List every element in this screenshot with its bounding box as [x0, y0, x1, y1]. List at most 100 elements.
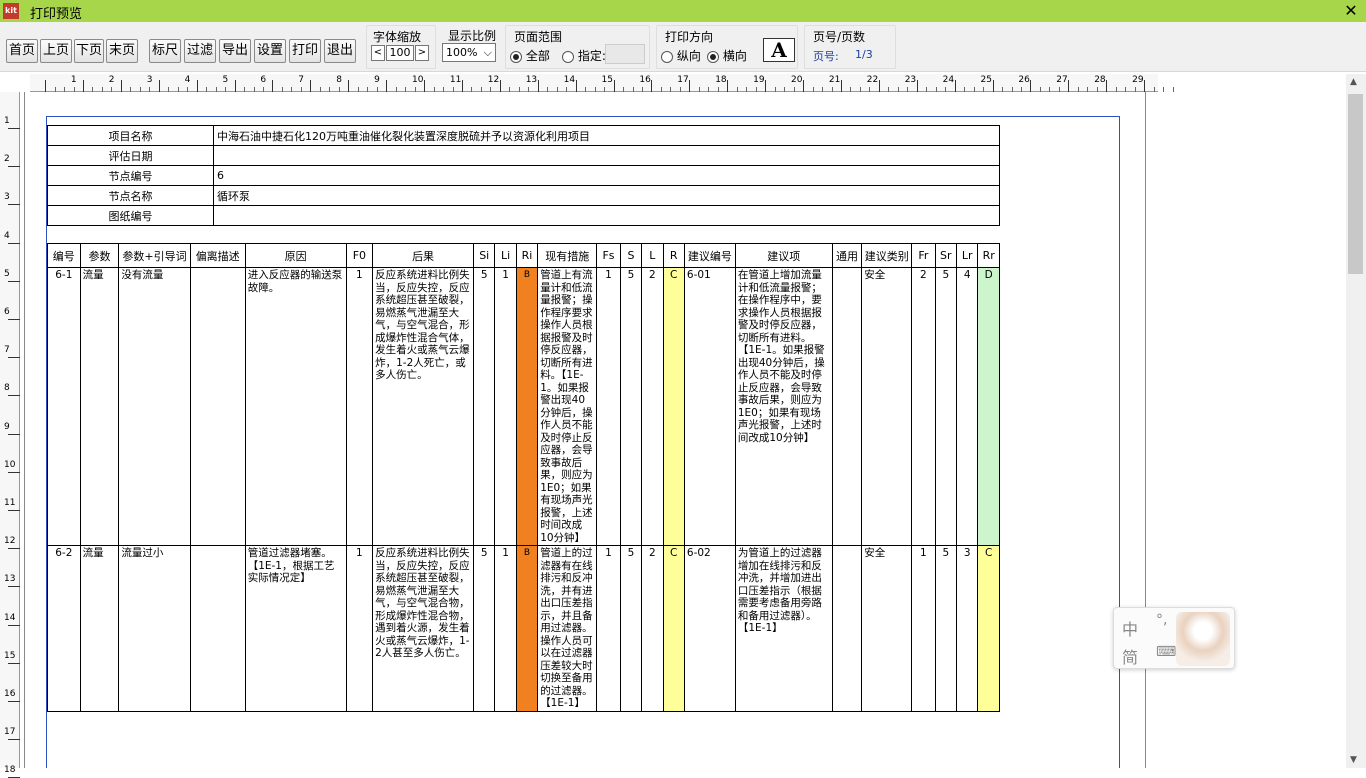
portrait-radio[interactable]: 纵向 — [661, 47, 701, 64]
ruler-tick — [348, 80, 350, 92]
export-button[interactable]: 导出 — [219, 39, 251, 63]
info-row: 项目名称 中海石油中捷石化120万吨重油催化裂化装置深度脱硫并予以资源化利用项目 — [47, 125, 1000, 146]
landscape-label: 横向 — [722, 49, 747, 63]
ruler-tick-label: 27 — [1056, 75, 1068, 85]
settings-button[interactable]: 设置 — [254, 39, 286, 63]
cell-cause: 管道过滤器堵塞。【1E-1，根据工艺实际情况定】 — [244, 545, 347, 712]
ruler-tick — [689, 80, 691, 92]
ruler-tick — [8, 548, 20, 550]
ruler-tick-label: 7 — [4, 345, 10, 356]
ruler-tick — [82, 80, 84, 92]
ruler-tick-label: 14 — [563, 75, 576, 85]
ruler-button[interactable]: 标尺 — [149, 39, 181, 63]
font-zoom-label: 字体缩放 — [373, 30, 422, 44]
info-key: 项目名称 — [47, 125, 214, 146]
exit-button[interactable]: 退出 — [324, 39, 356, 63]
ruler-tick — [272, 80, 274, 92]
ruler-tick — [8, 204, 20, 206]
ime-mode: 简 — [1122, 648, 1139, 667]
ruler-tick — [727, 80, 729, 92]
page-no-label: 页号: — [813, 50, 839, 63]
ruler-tick-label: 9 — [374, 75, 380, 85]
scrollbar-thumb[interactable] — [1348, 94, 1363, 274]
print-button[interactable]: 打印 — [289, 39, 321, 63]
zoom-increase-button[interactable]: > — [415, 45, 429, 61]
horizontal-ruler[interactable]: 1 2 3 4 5 6 7 8 9 10 11 12 13 14 15 16 17 18 19 20 21 22 23 24 2… — [30, 74, 1174, 92]
cell-sr: 5 — [934, 545, 958, 712]
ruler-tick-label: 16 — [4, 689, 16, 699]
last-page-button[interactable]: 末页 — [106, 39, 138, 63]
ruler-tick — [575, 80, 577, 92]
next-page-button[interactable]: 下页 — [74, 39, 104, 63]
page-no-value: 1/3 — [855, 48, 873, 61]
ruler-tick — [613, 80, 615, 92]
page-count-group: 页号/页数 页号: 1/3 — [804, 25, 896, 69]
range-specify-label: 指定: — [577, 49, 606, 63]
ruler-tick-label: 13 — [4, 574, 16, 585]
info-value: 循环泵 — [213, 185, 1000, 206]
ruler-tick — [8, 624, 20, 626]
cell-sug: 为管道上的过滤器增加在线排污和反冲洗，并增加进出口压差指示（根据需要考虑备用旁路… — [734, 545, 833, 712]
font-a-icon[interactable]: A — [763, 38, 795, 62]
ruler-tick — [8, 319, 20, 320]
ruler-tick — [120, 80, 122, 92]
range-specify-input[interactable] — [605, 44, 645, 64]
prev-page-button[interactable]: 上页 — [40, 39, 72, 63]
app-icon: kit — [3, 3, 19, 19]
keyboard-icon: ⌨ — [1156, 644, 1177, 660]
ruler-tick-label: 11 — [449, 75, 462, 85]
first-page-button[interactable]: 首页 — [6, 39, 38, 63]
scroll-up-icon[interactable]: ▲ — [1350, 77, 1357, 87]
ruler-tick — [8, 395, 20, 397]
cell-cat: 安全 — [861, 267, 913, 546]
ruler-tick — [8, 242, 20, 244]
ruler-tick-label: 11 — [4, 498, 16, 508]
ruler-tick — [8, 586, 20, 588]
cell-cons: 反应系统进料比例失当，反应失控，反应系统超压甚至破裂，易燃蒸气泄漏至大气，与空气… — [372, 545, 475, 712]
column-header: 偏离描述 — [189, 243, 246, 268]
ruler-tick-label: 23 — [904, 75, 917, 85]
cell-no: 6-1 — [47, 267, 81, 546]
ime-status-widget[interactable]: 中 °, 简 ⌨ — [1113, 607, 1235, 669]
vertical-ruler[interactable]: 1 2 3 4 5 6 7 8 9 10 11 12 13 14 15 16 17 18 — [0, 92, 20, 778]
zoom-decrease-button[interactable]: < — [371, 45, 385, 61]
ruler-tick-label: 25 — [980, 75, 992, 85]
ruler-tick-label: 3 — [146, 75, 153, 85]
range-all-radio[interactable]: 全部 — [510, 47, 550, 64]
cell-si: 5 — [473, 545, 496, 712]
ruler-tick-label: 14 — [4, 612, 16, 623]
ruler-tick-label: 8 — [336, 75, 342, 85]
vertical-scrollbar[interactable]: ▲ ▼ — [1346, 74, 1366, 768]
filter-button[interactable]: 过滤 — [184, 39, 216, 63]
ruler-tick — [537, 80, 539, 92]
cell-sno: 6-02 — [683, 545, 736, 712]
column-header: L — [641, 243, 664, 268]
ruler-tick-label: 12 — [487, 75, 500, 85]
ruler-tick — [158, 80, 160, 92]
column-header: Li — [494, 243, 517, 268]
column-header: F0 — [345, 243, 374, 268]
range-specify-radio[interactable]: 指定: — [562, 47, 606, 64]
range-all-label: 全部 — [525, 49, 550, 63]
cell-rr: C — [977, 545, 1000, 712]
font-zoom-input[interactable]: 100 — [386, 45, 414, 61]
orientation-group: 打印方向 纵向 横向 A — [656, 25, 798, 69]
landscape-radio[interactable]: 横向 — [707, 47, 747, 64]
info-value: 6 — [213, 165, 1000, 186]
display-ratio-select[interactable]: 100% ⌵ — [442, 43, 496, 62]
column-header: 原因 — [244, 243, 347, 268]
ruler-tick-label: 18 — [715, 75, 727, 85]
ruler-tick — [461, 80, 463, 92]
cell-gen — [831, 267, 863, 546]
scroll-down-icon[interactable]: ▼ — [1350, 755, 1357, 765]
page-range-group: 页面范围 全部 指定: — [505, 25, 650, 69]
ruler-tick — [1068, 80, 1070, 92]
close-button[interactable]: ✕ — [1336, 0, 1366, 22]
ruler-tick-label: 10 — [412, 75, 424, 85]
ruler-tick-label: 21 — [828, 75, 841, 85]
display-ratio-value: 100% — [446, 46, 478, 59]
column-header: 参数 — [79, 243, 120, 268]
cell-fs: 1 — [596, 545, 621, 712]
cell-sno: 6-01 — [683, 267, 736, 546]
column-header: 现有措施 — [537, 243, 598, 268]
